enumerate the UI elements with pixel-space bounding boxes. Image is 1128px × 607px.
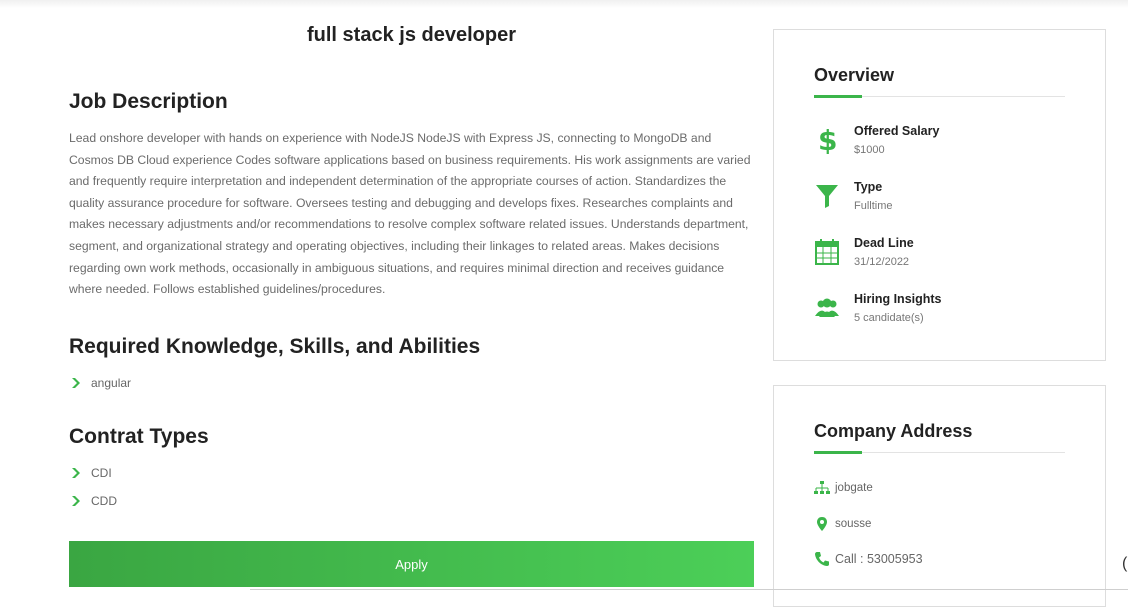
users-icon [815, 298, 839, 317]
top-shadow [0, 0, 1128, 8]
overview-value: $1000 [854, 144, 885, 156]
calendar-icon [815, 239, 839, 265]
job-description-text: Lead onshore developer with hands on exp… [69, 131, 751, 297]
overview-value: 31/12/2022 [854, 256, 910, 268]
contract-types-heading: Contrat Types [69, 425, 209, 448]
overview-label: Dead Line [854, 236, 914, 250]
svg-text:$: $ [818, 124, 837, 154]
overview-label: Type [854, 180, 883, 194]
company-name: jobgate [835, 482, 873, 494]
overview-label: Offered Salary [854, 124, 940, 138]
skill-label: angular [91, 376, 132, 390]
dollar-icon: $ [818, 124, 837, 154]
contract-item: CDI [69, 459, 117, 487]
contract-types-list: CDI CDD [69, 459, 117, 515]
overview-divider-accent [814, 95, 862, 98]
phone-icon [815, 552, 829, 566]
map-marker-icon [817, 517, 827, 531]
overview-value: 5 candidate(s) [854, 312, 924, 324]
skills-heading: Required Knowledge, Skills, and Abilitie… [69, 335, 481, 358]
contract-item: CDD [69, 487, 117, 515]
overview-item-hiring-insights: Hiring Insights 5 candidate(s) [814, 292, 1074, 332]
scroll-edge-marker: ( [1122, 555, 1128, 572]
overview-item-deadline: Dead Line 31/12/2022 [814, 236, 1074, 276]
address-item-city: sousse [814, 514, 871, 534]
chevron-right-icon [72, 496, 80, 506]
overview-item-salary: $ Offered Salary $1000 [814, 124, 1074, 164]
chevron-right-icon [72, 378, 80, 388]
sitemap-icon [814, 481, 830, 494]
company-address-divider-accent [814, 451, 862, 454]
company-address-title: Company Address [814, 421, 973, 441]
filter-icon [816, 185, 838, 208]
job-title: full stack js developer [307, 24, 516, 46]
contract-label: CDD [91, 494, 117, 508]
job-description-heading: Job Description [69, 90, 228, 113]
overview-title: Overview [814, 65, 895, 85]
overview-card: Overview $ Offered Salary $1000 Type Ful… [773, 29, 1106, 361]
chevron-right-icon [72, 468, 80, 478]
address-item-phone: Call : 53005953 [814, 549, 923, 569]
overview-value: Fulltime [854, 200, 893, 212]
company-address-card: Company Address jobgate sousse Call : 53… [773, 385, 1106, 607]
apply-button[interactable]: Apply [69, 541, 754, 587]
overview-item-type: Type Fulltime [814, 180, 1074, 220]
company-phone[interactable]: Call : 53005953 [835, 552, 923, 566]
skills-list: angular [69, 369, 131, 397]
skill-item: angular [69, 369, 131, 397]
overview-divider [814, 95, 1065, 98]
address-item-company: jobgate [814, 478, 873, 498]
company-address-divider [814, 451, 1065, 454]
contract-label: CDI [91, 466, 112, 480]
company-city: sousse [835, 518, 872, 530]
overview-label: Hiring Insights [854, 292, 942, 306]
